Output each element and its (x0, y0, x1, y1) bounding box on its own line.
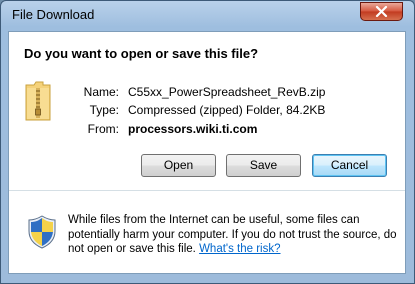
from-label: From: (87, 122, 119, 136)
divider (9, 190, 405, 191)
file-type-value: Compressed (zipped) Folder, 84.2KB (128, 103, 326, 117)
shield-icon (28, 215, 56, 249)
file-download-window: File Download Do you want to open or sav… (0, 0, 415, 284)
title-bar[interactable]: File Download (1, 1, 414, 31)
close-button[interactable] (360, 2, 403, 21)
source-value: processors.wiki.ti.com (128, 122, 258, 136)
save-button[interactable]: Save (226, 154, 301, 177)
file-name-value: C55xx_PowerSpreadsheet_RevB.zip (128, 85, 326, 99)
cancel-button[interactable]: Cancel (312, 154, 387, 177)
open-button[interactable]: Open (141, 154, 216, 177)
name-label: Name: (83, 85, 119, 99)
window-title: File Download (12, 7, 95, 22)
close-icon (375, 6, 388, 17)
dialog-question: Do you want to open or save this file? (24, 46, 259, 61)
type-label: Type: (89, 103, 119, 117)
whats-the-risk-link[interactable]: What's the risk? (199, 243, 280, 255)
dialog-body: Do you want to open or save this file? N… (8, 31, 406, 274)
security-warning: While files from the Internet can be use… (68, 213, 398, 257)
